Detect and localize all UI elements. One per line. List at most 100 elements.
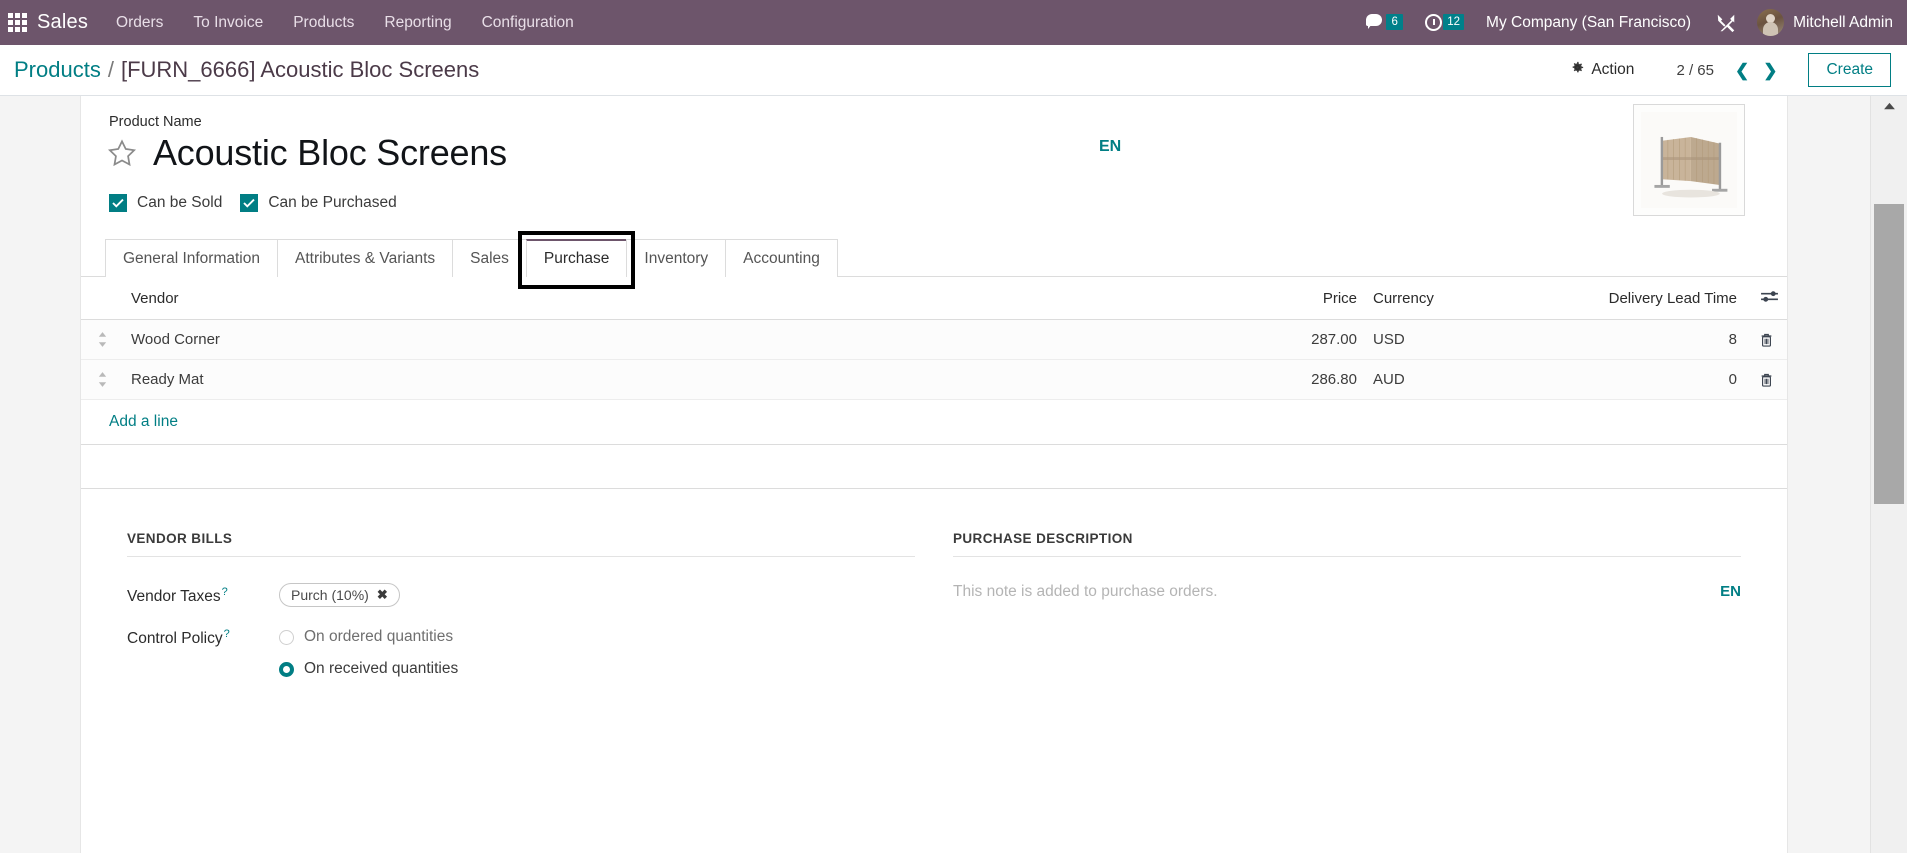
apps-grid-icon[interactable]: [8, 13, 27, 32]
product-image[interactable]: [1633, 104, 1745, 216]
add-line-row[interactable]: Add a line: [81, 399, 1787, 445]
add-a-line-link[interactable]: Add a line: [89, 413, 178, 430]
header-delivery-lead-time[interactable]: Delivery Lead Time: [1495, 277, 1745, 320]
purchase-description-language-badge[interactable]: EN: [1720, 583, 1741, 600]
drag-handle-icon[interactable]: [89, 331, 115, 348]
can-be-purchased-label[interactable]: Can be Purchased: [268, 194, 396, 212]
cell-currency[interactable]: USD: [1365, 319, 1495, 360]
vendor-taxes-row: Vendor Taxes? Purch (10%) ✖: [127, 583, 915, 607]
vendor-taxes-help-icon[interactable]: ?: [222, 586, 228, 598]
tab-inventory[interactable]: Inventory: [626, 239, 727, 277]
scroll-up-arrow-icon[interactable]: [1871, 96, 1907, 116]
cell-vendor[interactable]: Wood Corner: [123, 319, 1275, 360]
control-policy-help-icon[interactable]: ?: [224, 628, 230, 640]
row-drag-handle-cell[interactable]: [81, 359, 123, 400]
purchase-description-field[interactable]: This note is added to purchase orders. E…: [953, 583, 1741, 601]
radio-label-on-received[interactable]: On received quantities: [304, 660, 458, 678]
can-be-purchased-checkbox[interactable]: [240, 194, 259, 212]
vendor-table-head: Vendor Price Currency Delivery Lead Time: [81, 277, 1787, 320]
table-row[interactable]: Wood Corner 287.00 USD 8: [81, 319, 1787, 360]
control-policy-options: On ordered quantities On received quanti…: [279, 625, 458, 678]
add-line-cell[interactable]: Add a line: [81, 399, 1787, 445]
user-menu[interactable]: Mitchell Admin: [1793, 14, 1893, 32]
header-currency[interactable]: Currency: [1365, 277, 1495, 320]
header-vendor[interactable]: Vendor: [123, 277, 1275, 320]
nav-menu-orders[interactable]: Orders: [116, 14, 163, 32]
avatar[interactable]: [1757, 9, 1785, 36]
control-policy-row: Control Policy? On ordered quantities On…: [127, 625, 915, 678]
activities-menu[interactable]: 12: [1425, 14, 1465, 31]
tab-sales[interactable]: Sales: [452, 239, 527, 277]
cell-currency[interactable]: AUD: [1365, 359, 1495, 400]
table-row[interactable]: Ready Mat 286.80 AUD 0: [81, 359, 1787, 400]
row-drag-handle-cell[interactable]: [81, 319, 123, 360]
can-be-sold-label[interactable]: Can be Sold: [137, 194, 222, 212]
control-policy-label: Control Policy?: [127, 625, 279, 648]
action-menu-button[interactable]: Action: [1570, 60, 1634, 80]
header-handle: [81, 277, 123, 320]
trash-icon[interactable]: [1753, 332, 1779, 348]
form-title-zone: Product Name Acoustic Bloc Screens EN Ca…: [81, 96, 1787, 216]
cell-price[interactable]: 287.00: [1275, 319, 1365, 360]
form-notebook-tabs: General Information Attributes & Variant…: [81, 231, 1787, 289]
control-panel: Products / [FURN_6666] Acoustic Bloc Scr…: [0, 45, 1907, 96]
tab-attributes-variants[interactable]: Attributes & Variants: [277, 239, 454, 277]
messages-menu[interactable]: 6: [1366, 14, 1404, 31]
nav-menu-products[interactable]: Products: [293, 14, 354, 32]
cell-delivery-lead-time[interactable]: 0: [1495, 359, 1745, 400]
company-switcher[interactable]: My Company (San Francisco): [1486, 14, 1691, 32]
tab-accounting[interactable]: Accounting: [725, 239, 838, 277]
page-title[interactable]: Acoustic Bloc Screens: [153, 132, 507, 174]
nav-menu-reporting[interactable]: Reporting: [384, 14, 451, 32]
header-price[interactable]: Price: [1275, 277, 1365, 320]
tools-icon[interactable]: [1715, 12, 1737, 34]
header-options: [1745, 277, 1787, 320]
can-be-sold-checkbox[interactable]: [109, 194, 127, 212]
trash-icon[interactable]: [1753, 372, 1779, 388]
radio-button-selected-icon[interactable]: [279, 661, 294, 677]
remove-tag-icon[interactable]: ✖: [377, 587, 388, 603]
drag-handle-icon[interactable]: [89, 371, 115, 388]
gear-icon: [1570, 60, 1585, 80]
tab-purchase[interactable]: Purchase: [525, 239, 628, 277]
create-button[interactable]: Create: [1808, 53, 1891, 87]
chevron-left-icon[interactable]: ❮: [1728, 62, 1756, 79]
sheet-scroll-area: Product Name Acoustic Bloc Screens EN Ca…: [0, 96, 1870, 853]
star-outline-icon[interactable]: [105, 137, 139, 169]
activities-count-badge: 12: [1443, 14, 1465, 30]
tab-general-information[interactable]: General Information: [105, 239, 278, 277]
radio-label-on-ordered[interactable]: On ordered quantities: [304, 628, 453, 646]
app-brand-sales[interactable]: Sales: [37, 11, 88, 34]
tag-purch-10[interactable]: Purch (10%) ✖: [279, 583, 400, 607]
chevron-right-icon[interactable]: ❯: [1756, 62, 1784, 79]
tag-label: Purch (10%): [291, 587, 369, 603]
pager-count: 2 / 65: [1676, 61, 1714, 79]
vertical-scrollbar[interactable]: [1870, 96, 1907, 853]
cell-delivery-lead-time[interactable]: 8: [1495, 319, 1745, 360]
nav-menu-configuration[interactable]: Configuration: [482, 14, 574, 32]
radio-button-unselected-icon[interactable]: [279, 629, 294, 645]
product-form-sheet: Product Name Acoustic Bloc Screens EN Ca…: [80, 96, 1788, 853]
vendor-taxes-value[interactable]: Purch (10%) ✖: [279, 583, 400, 607]
vendor-taxes-label-text: Vendor Taxes: [127, 588, 221, 606]
messages-count-badge: 6: [1386, 14, 1404, 30]
table-header-row: Vendor Price Currency Delivery Lead Time: [81, 277, 1787, 320]
scrollbar-thumb[interactable]: [1874, 204, 1904, 504]
nav-menu-to-invoice[interactable]: To Invoice: [193, 14, 263, 32]
top-navbar: Sales Orders To Invoice Products Reporti…: [0, 0, 1907, 45]
cell-price[interactable]: 286.80: [1275, 359, 1365, 400]
radio-on-received-quantities[interactable]: On received quantities: [279, 660, 458, 678]
cell-delete[interactable]: [1745, 359, 1787, 400]
cell-vendor[interactable]: Ready Mat: [123, 359, 1275, 400]
chat-icon: [1366, 14, 1385, 31]
breadcrumb-current-record: [FURN_6666] Acoustic Bloc Screens: [120, 57, 480, 82]
control-policy-label-text: Control Policy: [127, 630, 223, 648]
breadcrumb-products[interactable]: Products: [14, 57, 101, 83]
radio-on-ordered-quantities[interactable]: On ordered quantities: [279, 628, 458, 646]
page-body: Product Name Acoustic Bloc Screens EN Ca…: [0, 96, 1907, 853]
cell-delete[interactable]: [1745, 319, 1787, 360]
column-options-icon[interactable]: [1760, 289, 1779, 308]
title-language-badge[interactable]: EN: [1099, 138, 1121, 156]
purchase-description-placeholder[interactable]: This note is added to purchase orders.: [953, 583, 1218, 601]
action-menu-label: Action: [1591, 61, 1635, 78]
